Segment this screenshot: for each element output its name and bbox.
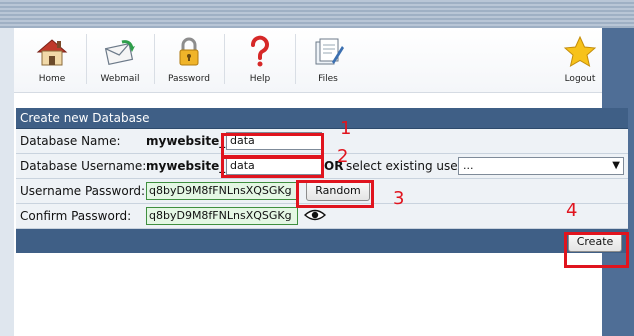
toolbar-help[interactable]: Help [228,32,292,88]
database-name-prefix: mywebsite_ [146,134,226,148]
confirm-password-label: Confirm Password: [20,209,132,223]
main-toolbar: Home Webmail Password Help Files Logout [14,28,602,93]
eye-icon[interactable] [304,208,326,222]
toolbar-logout-label: Logout [564,74,596,84]
lock-icon [179,37,199,66]
annotation-number-3: 3 [393,188,405,209]
toolbar-files[interactable]: Files [296,32,360,88]
select-existing-user-text: select existing user [346,159,463,173]
form-footer: Create [16,229,628,253]
annotation-box-2 [221,156,324,178]
toolbar-logout[interactable]: Logout [548,32,612,88]
annotation-box-4 [564,232,629,268]
toolbar-separator [224,34,225,84]
username-password-label: Username Password: [20,184,146,198]
existing-user-selected: ... [463,159,474,172]
top-band [0,0,634,28]
username-password-input[interactable]: q8byD9M8fFNLnsXQSGKg [146,182,298,200]
toolbar-home-label: Home [38,74,66,84]
toolbar-home[interactable]: Home [20,32,84,88]
toolbar-files-label: Files [318,74,338,84]
toolbar-separator [86,34,87,84]
database-username-label: Database Username: [20,159,147,173]
chevron-down-icon: ▼ [612,160,620,171]
form-title: Create new Database [16,108,628,129]
existing-user-select[interactable]: ... ▼ [458,157,624,175]
annotation-number-2: 2 [337,146,349,167]
database-name-label: Database Name: [20,134,121,148]
star-icon [563,35,597,68]
toolbar-password-label: Password [167,74,211,84]
annotation-number-1: 1 [340,118,352,139]
toolbar-separator [154,34,155,84]
toolbar-password[interactable]: Password [157,32,221,88]
database-username-prefix: mywebsite_ [146,159,226,173]
help-icon [251,35,269,67]
files-icon [315,38,344,65]
toolbar-webmail-label: Webmail [100,74,140,84]
annotation-box-3 [296,180,374,208]
annotation-box-1 [221,133,324,158]
annotation-number-4: 4 [566,200,578,221]
home-icon [36,39,68,66]
confirm-password-input[interactable]: q8byD9M8fFNLnsXQSGKg [146,207,298,225]
toolbar-help-label: Help [249,74,271,84]
left-strip [0,28,14,336]
toolbar-webmail[interactable]: Webmail [88,32,152,88]
webmail-icon [104,40,135,66]
